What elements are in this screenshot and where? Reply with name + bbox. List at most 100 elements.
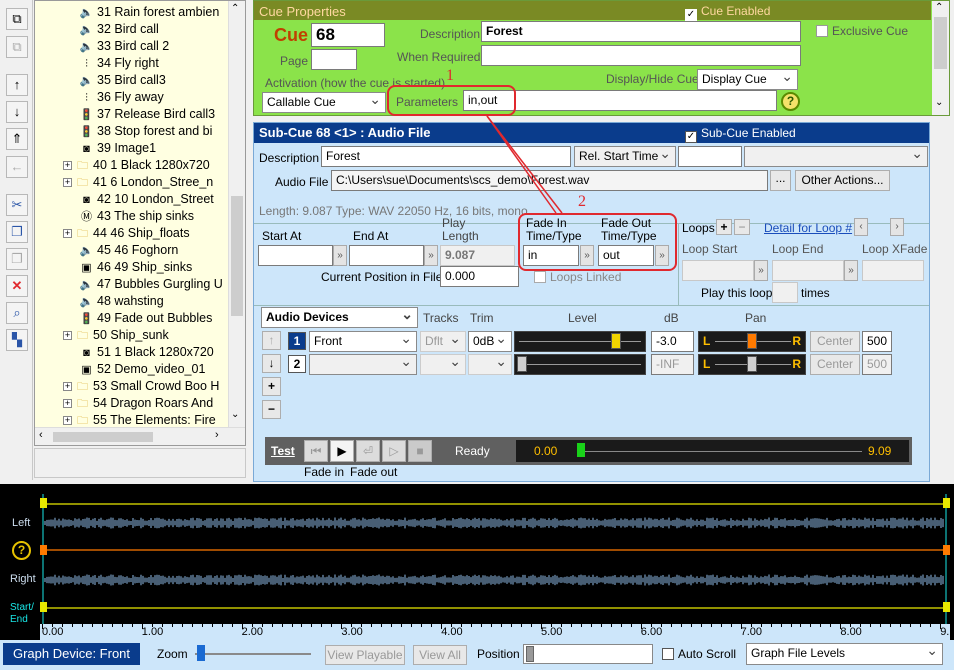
axis-minor-tick [870,624,872,627]
axis-minor-tick [191,624,193,627]
position-thumb[interactable] [526,646,534,662]
axis-minor-tick [800,624,802,627]
waveform-help-icon[interactable]: ? [12,541,31,560]
axis-minor-tick [61,624,63,627]
axis-minor-tick [570,624,572,627]
axis-minor-tick [780,624,782,627]
axis-minor-tick [371,624,373,627]
axis-minor-tick [690,624,692,627]
axis-minor-tick [81,624,83,627]
axis-minor-tick [521,624,523,627]
axis-minor-tick [930,624,932,627]
axis-minor-tick [471,624,473,627]
axis-tick-label: 0.00 [42,626,64,638]
axis-minor-tick [630,624,632,627]
axis-minor-tick [51,624,53,627]
axis-minor-tick [890,624,892,627]
axis-tick-label: 8.00 [840,626,862,638]
axis-minor-tick [900,624,902,627]
waveform-left-label: Left [12,517,31,529]
axis-tick-label: 6.00 [640,626,663,638]
axis-minor-tick [750,624,752,627]
axis-minor-tick [650,624,652,627]
axis-minor-tick [311,624,313,627]
axis-minor-tick [431,624,433,627]
axis-minor-tick [580,624,582,627]
zoom-slider[interactable] [193,645,312,663]
axis-minor-tick [131,624,133,627]
axis-minor-tick [451,624,453,627]
axis-minor-tick [111,624,113,627]
axis-minor-tick [121,624,123,627]
axis-minor-tick [660,624,662,627]
axis-minor-tick [700,624,702,627]
axis-minor-tick [201,624,203,627]
view-playable-button[interactable]: View Playable [325,645,405,665]
axis-minor-tick [730,624,732,627]
axis-tick-label: 3.00 [341,626,363,638]
axis-minor-tick [531,624,533,627]
axis-minor-tick [710,624,712,627]
axis-minor-tick [91,624,93,627]
axis-minor-tick [550,624,552,627]
zoom-label: Zoom [157,647,188,661]
axis-minor-tick [590,624,592,627]
axis-minor-tick [261,624,263,627]
axis-minor-tick [880,624,882,627]
graph-levels-select[interactable]: Graph File Levels [746,641,943,665]
axis-minor-tick [71,624,73,627]
zoom-track [195,653,311,655]
axis-minor-tick [361,624,363,627]
axis-minor-tick [221,624,223,627]
axis-minor-tick [680,624,682,627]
axis-minor-tick [770,624,772,627]
axis-tick-label: 1.00 [141,626,164,638]
axis-minor-tick [560,624,562,627]
auto-scroll-label: Auto Scroll [678,647,737,661]
checkbox-icon [662,648,674,660]
axis-minor-tick [181,624,183,627]
axis-tick-label: 4.00 [441,626,463,638]
axis-minor-tick [600,624,602,627]
axis-minor-tick [860,624,862,627]
position-label: Position [477,647,520,661]
axis-minor-tick [391,624,393,627]
axis-minor-tick [850,624,852,627]
axis-minor-tick [411,624,413,627]
axis-minor-tick [720,624,722,627]
axis-minor-tick [281,624,283,627]
axis-minor-tick [790,624,792,627]
axis-minor-tick [151,624,153,627]
view-all-button[interactable]: View All [413,645,467,665]
axis-tick-label: 2.00 [241,626,264,638]
waveform-axis: 0.00 1.00 2.00 3.00 4.00 5.00 6.00 7.00 8.00 9. [40,624,950,640]
waveform-start-end-label: Start/ End [10,602,34,625]
axis-minor-tick [161,624,163,627]
axis-minor-tick [251,624,253,627]
axis-minor-tick [461,624,463,627]
waveform-canvas[interactable] [40,488,950,638]
axis-minor-tick [481,624,483,627]
graph-device-label: Graph Device: Front [3,643,140,665]
axis-minor-tick [820,624,822,627]
axis-minor-tick [271,624,273,627]
axis-minor-tick [381,624,383,627]
axis-minor-tick [421,624,423,627]
axis-minor-tick [491,624,493,627]
axis-minor-tick [291,624,293,627]
axis-minor-tick [331,624,333,627]
axis-minor-tick [830,624,832,627]
position-slider[interactable] [523,644,653,664]
axis-minor-tick [231,624,233,627]
axis-minor-tick [610,624,612,627]
axis-minor-tick [910,624,912,627]
auto-scroll-checkbox[interactable]: Auto Scroll [662,647,736,661]
axis-minor-tick [321,624,323,627]
axis-tick-label: 9. [940,626,950,638]
zoom-thumb[interactable] [197,645,205,661]
axis-minor-tick [760,624,762,627]
axis-minor-tick [810,624,812,627]
axis-minor-tick [301,624,303,627]
axis-minor-tick [501,624,503,627]
axis-minor-tick [351,624,353,627]
